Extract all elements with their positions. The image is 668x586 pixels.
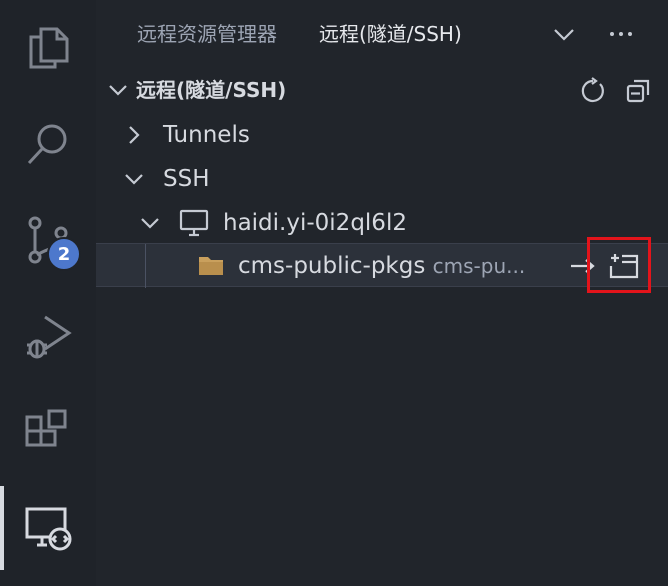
tree-item-tunnels[interactable]: Tunnels	[96, 113, 668, 157]
search-button[interactable]	[0, 96, 96, 192]
tab-remote-tunnels-ssh[interactable]: 远程(隧道/SSH)	[319, 20, 462, 48]
chevron-down-icon	[125, 174, 143, 185]
tree-item-ssh[interactable]: SSH	[96, 157, 668, 201]
search-icon	[27, 124, 67, 165]
tree-item-label: haidi.yi-0i2ql6l2	[223, 210, 407, 236]
collapse-all-button[interactable]	[622, 74, 656, 108]
indent-guide	[145, 244, 146, 288]
sidebar-header: 远程资源管理器 远程(隧道/SSH)	[96, 0, 668, 68]
section-header[interactable]: 远程(隧道/SSH)	[96, 68, 668, 112]
run-debug-button[interactable]	[0, 288, 96, 384]
section-title: 远程(隧道/SSH)	[136, 78, 287, 102]
extensions-button[interactable]	[0, 384, 96, 480]
tree-item-host[interactable]: haidi.yi-0i2ql6l2	[96, 201, 668, 245]
tree-item-label: cms-public-pkgs cms-pu...	[238, 252, 525, 280]
source-control-button[interactable]	[0, 192, 96, 288]
remote-explorer-button[interactable]	[0, 480, 96, 576]
activity-bar: 2	[0, 0, 96, 586]
chevron-down-icon	[109, 85, 127, 96]
files-icon	[29, 27, 69, 69]
more-icon	[610, 32, 632, 36]
tab-remote-explorer[interactable]: 远程资源管理器	[137, 20, 277, 48]
highlight-annotation-box	[587, 237, 651, 293]
sidebar: 远程资源管理器 远程(隧道/SSH) 远程(隧道/SSH) Tunnels SS…	[96, 0, 668, 586]
chevron-right-icon	[129, 126, 140, 144]
explorer-button[interactable]	[0, 0, 96, 96]
folder-name: cms-public-pkgs	[238, 253, 426, 279]
chevron-down-icon	[554, 29, 574, 41]
monitor-icon	[179, 209, 209, 237]
refresh-button[interactable]	[576, 74, 610, 108]
folder-icon	[199, 257, 223, 275]
chevron-down-icon	[141, 218, 159, 229]
folder-description: cms-pu...	[432, 254, 526, 278]
refresh-icon	[581, 77, 604, 103]
more-actions-button[interactable]	[604, 18, 638, 50]
tree-item-folder[interactable]: cms-public-pkgs cms-pu...	[96, 243, 668, 288]
extensions-icon	[25, 409, 67, 447]
run-debug-icon	[27, 315, 72, 359]
remote-explorer-icon	[25, 507, 72, 551]
view-dropdown-button[interactable]	[547, 18, 581, 50]
source-control-badge: 2	[47, 237, 81, 271]
tree-item-label: Tunnels	[163, 122, 250, 148]
tree-item-label: SSH	[163, 166, 210, 192]
collapse-all-icon	[626, 79, 650, 103]
